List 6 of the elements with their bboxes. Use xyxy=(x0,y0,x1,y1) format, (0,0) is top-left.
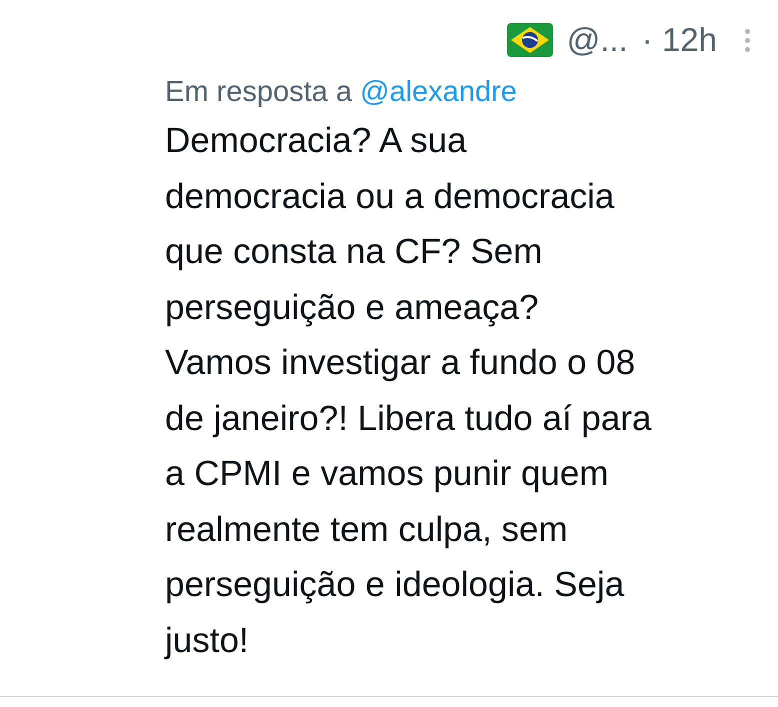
user-handle[interactable]: @... xyxy=(566,21,628,59)
more-icon[interactable] xyxy=(745,28,750,52)
reply-context: Em resposta a @alexandre xyxy=(165,76,518,109)
tweet-text: Democracia? A sua democracia ou a democracia que consta na CF? Sem perseguição e ameaça? Vamos investigar a fundo o 08 de janeiro?! Libera tudo aí para a CPMI e vamos punir quem realmente tem culpa, sem perseguição e ideologia. Seja justo! xyxy=(165,120,652,662)
timestamp[interactable]: · 12h xyxy=(642,21,717,59)
flag-icon xyxy=(506,23,553,57)
